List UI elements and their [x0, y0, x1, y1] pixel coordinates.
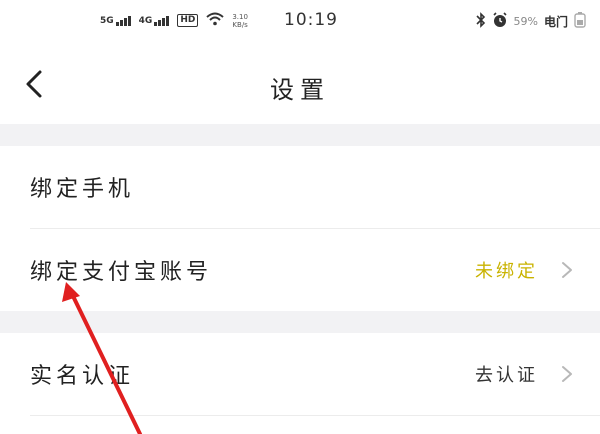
section-gap	[0, 124, 600, 146]
net-speed: 3.10 KB/s	[232, 13, 248, 29]
sim1-network-label: 5G	[100, 15, 114, 26]
sim2-signal: 4G	[138, 15, 170, 26]
status-value-unbound: 未绑定	[475, 261, 538, 282]
alarm-icon	[492, 12, 508, 31]
chevron-right-icon	[562, 366, 572, 382]
status-right-group: 59% 电门	[475, 12, 586, 31]
settings-row-bind-alipay[interactable]: 绑定支付宝账号 未绑定	[0, 229, 600, 311]
sim2-network-label: 4G	[138, 15, 153, 26]
page-title: 设置	[270, 76, 330, 104]
hd-badge: HD	[177, 14, 199, 27]
status-time: 10:19	[284, 10, 338, 30]
signal-bar	[158, 19, 162, 26]
row-label: 绑定支付宝账号	[30, 260, 213, 285]
signal-bar	[115, 21, 119, 26]
battery-percent: 59%	[513, 15, 538, 28]
row-label: 实名认证	[30, 364, 135, 389]
settings-row-real-name[interactable]: 实名认证 去认证	[0, 333, 600, 415]
signal-bar	[119, 19, 123, 26]
signal-bar	[127, 15, 131, 26]
signal-bar	[166, 15, 170, 26]
net-speed-unit: KB/s	[232, 20, 248, 29]
row-label: 绑定手机	[30, 177, 135, 202]
sim1-signal: 5G	[100, 15, 131, 26]
chevron-right-icon	[562, 262, 572, 278]
carrier-text: 电门	[543, 15, 568, 29]
status-left-group: 5G 4G HD 3.10 KB/s	[100, 12, 248, 29]
bluetooth-icon	[475, 12, 486, 31]
signal-bar	[162, 17, 166, 26]
signal-bar	[154, 21, 158, 26]
row-divider	[30, 415, 600, 416]
status-value-verify: 去认证	[475, 365, 538, 386]
settings-row-bind-phone[interactable]: 绑定手机	[0, 146, 600, 228]
status-bar: 5G 4G HD 3.10 KB/s 10:19 59% 电门	[0, 0, 600, 48]
signal-bar	[123, 17, 127, 26]
nav-bar: 设置	[0, 48, 600, 124]
wifi-icon	[206, 12, 224, 29]
net-speed-value: 3.10	[232, 12, 248, 21]
battery-icon	[574, 12, 586, 31]
section-gap	[0, 311, 600, 333]
